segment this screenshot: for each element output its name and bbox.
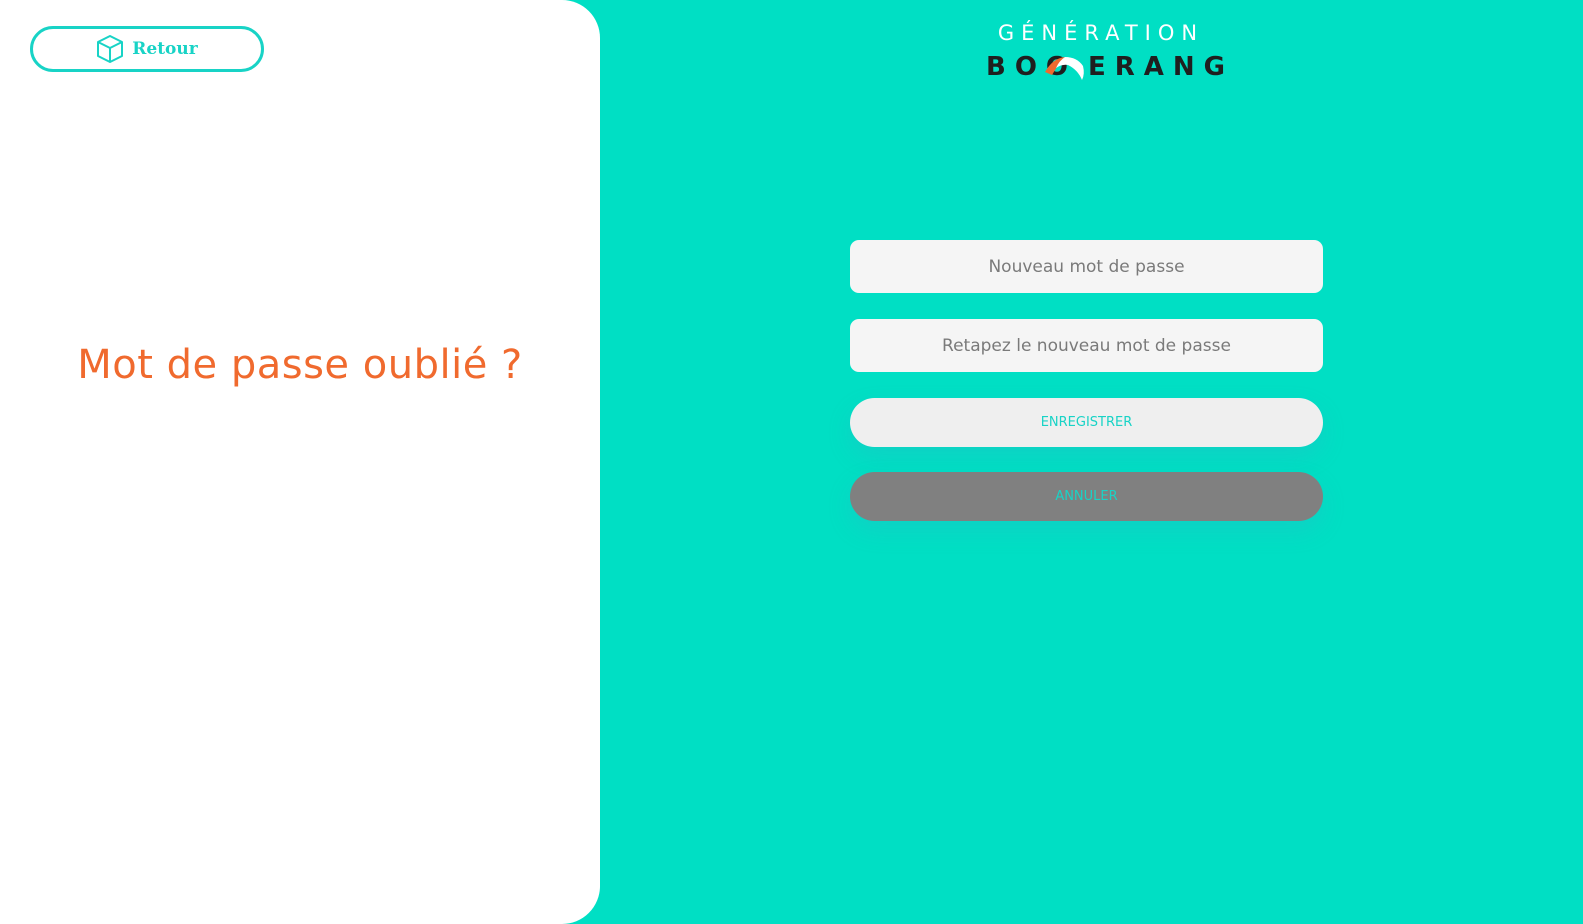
- new-password-input[interactable]: [850, 240, 1323, 293]
- confirm-password-input[interactable]: [850, 319, 1323, 372]
- page-title: Mot de passe oublié ?: [77, 342, 523, 388]
- back-button[interactable]: Retour: [30, 26, 264, 72]
- save-button-label: ENREGISTRER: [1040, 415, 1133, 430]
- reset-password-form: ENREGISTRER ANNULER: [850, 240, 1323, 546]
- left-panel: Retour Mot de passe oublié ?: [0, 0, 600, 924]
- logo-bottom: BOO ERANG: [986, 52, 1225, 82]
- brand-logo: GÉNÉRATION BOO ERANG: [986, 18, 1225, 88]
- back-button-label: Retour: [132, 39, 198, 59]
- boomerang-icon: [1045, 57, 1084, 80]
- logo-text-right: ERANG: [1088, 52, 1235, 82]
- cube-icon: [97, 35, 124, 63]
- logo-top-text: GÉNÉRATION: [997, 21, 1205, 45]
- cancel-button-label: ANNULER: [1055, 489, 1118, 504]
- cancel-button[interactable]: ANNULER: [850, 472, 1323, 521]
- save-button[interactable]: ENREGISTRER: [850, 398, 1323, 447]
